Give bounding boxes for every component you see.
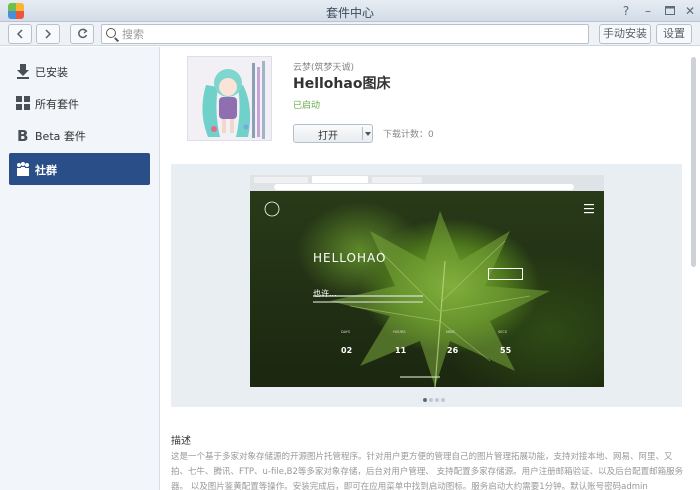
countdown-value: 11 — [395, 346, 407, 355]
chevron-right-icon — [45, 29, 52, 39]
download-icon — [17, 64, 29, 79]
screenshot-carousel: HELLOHAO 也许... DAYS HOURS MINS SECS 02 1… — [171, 164, 682, 407]
leaf-background: HELLOHAO 也许... DAYS HOURS MINS SECS 02 1… — [250, 191, 604, 387]
sidebar-item-beta[interactable]: B Beta 套件 — [9, 119, 150, 151]
carousel-dot[interactable] — [435, 398, 439, 402]
sidebar-item-label: 所有套件 — [35, 98, 79, 111]
carousel-dot[interactable] — [429, 398, 433, 402]
hero-subtitle: 也许... — [313, 289, 337, 298]
grid-icon — [16, 96, 30, 110]
refresh-button[interactable] — [70, 24, 94, 44]
minimize-icon[interactable]: – — [640, 3, 656, 19]
sidebar-item-community[interactable]: 社群 — [9, 153, 150, 185]
sidebar-item-all-packages[interactable]: 所有套件 — [9, 87, 150, 119]
open-button[interactable]: 打开 — [293, 124, 373, 143]
hero-title: HELLOHAO — [313, 251, 387, 265]
sidebar-item-label: 已安装 — [35, 66, 68, 79]
sidebar-item-installed[interactable]: 已安装 — [9, 55, 150, 87]
svg-text:B: B — [17, 127, 28, 143]
back-button[interactable] — [8, 24, 32, 44]
split-divider — [362, 127, 363, 140]
title-bar: 套件中心 ? – ✕ — [0, 0, 700, 22]
maximize-icon[interactable] — [662, 3, 678, 19]
countdown-label: SECS — [498, 330, 508, 334]
sidebar-item-label: Beta 套件 — [35, 130, 86, 143]
countdown-label: DAYS — [341, 330, 351, 334]
description-title: 描述 — [171, 436, 191, 447]
search-box[interactable] — [101, 24, 589, 44]
package-author: 云梦(筑梦天诚) — [293, 63, 355, 73]
package-thumbnail — [187, 56, 272, 141]
sidebar: 已安装 所有套件 B Beta 套件 社群 — [0, 47, 160, 490]
search-input[interactable] — [122, 26, 582, 42]
countdown-value: 02 — [341, 346, 353, 355]
manual-install-button[interactable]: 手动安装 — [599, 24, 651, 44]
description-text: 这是一个基于多家对象存储源的开源图片托管程序。针对用户更方便的管理自己的图片管理… — [171, 452, 684, 490]
beta-icon: B — [17, 127, 28, 143]
carousel-dots — [423, 391, 447, 405]
help-icon[interactable]: ? — [618, 3, 634, 19]
chevron-down-icon[interactable] — [365, 132, 371, 136]
carousel-dot[interactable] — [441, 398, 445, 402]
forward-button[interactable] — [36, 24, 60, 44]
upload-link — [488, 268, 523, 280]
countdown-value: 26 — [447, 346, 459, 355]
browser-chrome — [250, 175, 604, 191]
scrollbar[interactable] — [691, 57, 696, 267]
toolbar: 手动安装 设置 — [0, 22, 700, 46]
package-detail: 云梦(筑梦天诚) Hellohao图床 已启动 打开 下载计数：0 HELLOH… — [161, 47, 700, 490]
download-count: 下载计数：0 — [383, 130, 434, 140]
countdown-value: 55 — [500, 346, 512, 355]
search-icon — [106, 28, 116, 38]
sidebar-item-label: 社群 — [35, 164, 57, 177]
chevron-left-icon — [16, 29, 23, 39]
settings-button[interactable]: 设置 — [656, 24, 692, 44]
window-title: 套件中心 — [325, 6, 374, 20]
community-icon — [17, 162, 29, 176]
package-name: Hellohao图床 — [293, 76, 391, 92]
open-button-label: 打开 — [318, 131, 338, 142]
refresh-icon — [77, 28, 88, 39]
countdown-label: MINS — [446, 330, 455, 334]
preview-screenshot[interactable]: HELLOHAO 也许... DAYS HOURS MINS SECS 02 1… — [250, 175, 604, 387]
carousel-dot[interactable] — [423, 398, 427, 402]
close-icon[interactable]: ✕ — [682, 3, 698, 19]
status-badge: 已启动 — [293, 101, 321, 111]
countdown-label: HOURS — [393, 330, 406, 334]
